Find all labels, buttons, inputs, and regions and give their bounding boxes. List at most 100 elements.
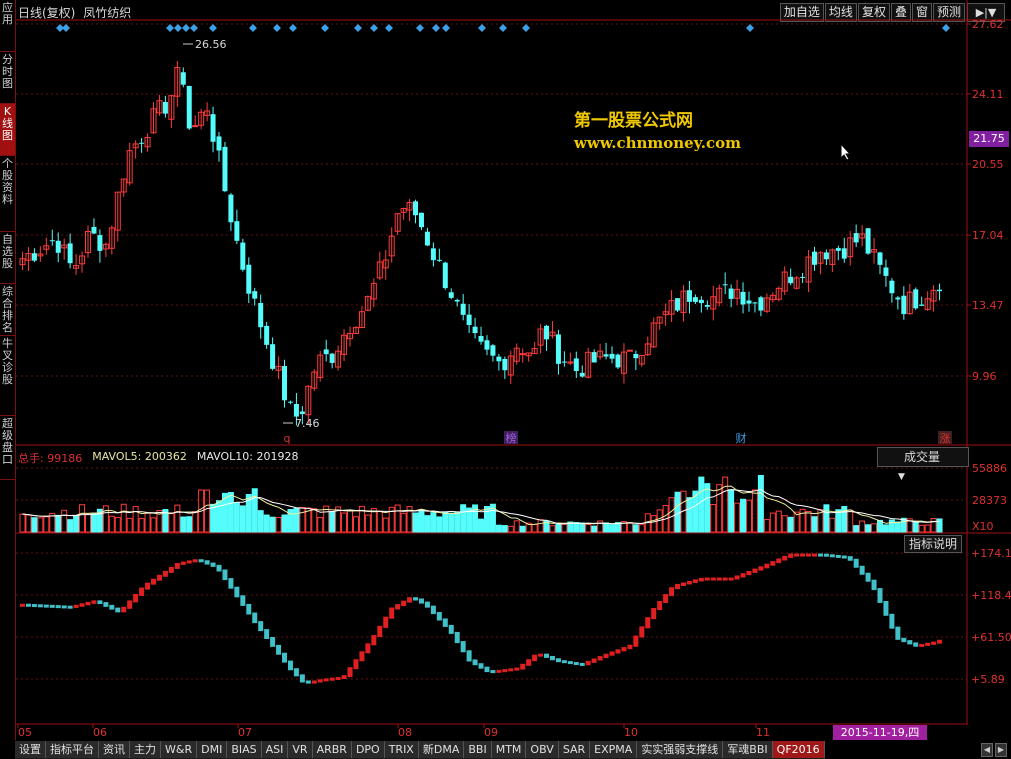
indicator-tab[interactable]: EXPMA: [590, 741, 638, 758]
volume-bar: [555, 523, 562, 533]
volume-total: 总手: 99186: [18, 452, 83, 465]
indicator-tab[interactable]: OBV: [526, 741, 559, 758]
indicator-tab[interactable]: ARBR: [312, 741, 352, 758]
volume-bar: [341, 512, 348, 533]
indicator-tab[interactable]: DMI: [197, 741, 228, 758]
candle-body: [478, 335, 484, 342]
candle-body: [555, 334, 561, 364]
indicator-bar: [246, 603, 252, 615]
indicator-tab[interactable]: SAR: [558, 741, 591, 758]
volume-bar: [138, 518, 145, 533]
indicator-bar: [800, 553, 806, 557]
indicator-tab[interactable]: 设置: [15, 741, 46, 758]
volume-bar: [376, 510, 383, 533]
price-axis-label: 24.11: [972, 88, 1004, 101]
mavol10-label: MAVOL10: 201928: [196, 450, 299, 463]
price-axis-label: 20.55: [972, 158, 1004, 171]
indicator-tab[interactable]: 资讯: [99, 741, 130, 758]
indicator-bar: [728, 577, 734, 581]
indicator-bar: [73, 604, 79, 608]
event-marker: 财: [736, 431, 747, 445]
indicator-bar: [270, 636, 276, 647]
volume-indicator-select[interactable]: 成交量 ▼: [877, 447, 969, 482]
scroll-left-icon[interactable]: ◀: [981, 743, 993, 757]
volume-bar: [79, 504, 86, 533]
indicator-bar: [919, 643, 925, 647]
indicator-tab[interactable]: TRIX: [384, 741, 419, 758]
indicator-bar: [633, 635, 639, 647]
indicator-bar: [609, 651, 615, 656]
candle-body: [722, 284, 728, 286]
volume-bar: [293, 507, 300, 533]
volume-bar: [930, 518, 937, 533]
candle-body: [579, 372, 585, 377]
candle-body: [835, 248, 841, 251]
candle-body: [704, 304, 710, 307]
low-label: 7.46: [295, 417, 320, 430]
indicator-bar: [877, 588, 883, 603]
candle-body: [448, 292, 454, 298]
indicator-bar: [603, 653, 609, 659]
event-marker: 涨: [940, 432, 951, 445]
indicator-bar: [55, 605, 61, 609]
candle-body: [329, 353, 335, 363]
volume-bar: [823, 504, 830, 533]
indicator-tab[interactable]: 主力: [130, 741, 161, 758]
indicator-tab[interactable]: BBI: [464, 741, 492, 758]
indicator-tab[interactable]: QF2016: [772, 741, 825, 758]
indicator-bar: [698, 577, 704, 582]
indicator-tab[interactable]: W&R: [161, 741, 198, 758]
candle-body: [466, 314, 472, 326]
indicator-bar: [216, 564, 222, 572]
indicator-bar: [282, 652, 288, 663]
volume-bar: [269, 516, 276, 533]
indicator-tab[interactable]: 新DMA: [418, 741, 465, 758]
indicator-axis-label: +174.1: [971, 547, 1011, 560]
volume-bar: [531, 523, 538, 533]
indicator-bar: [329, 677, 335, 681]
indicator-bar: [496, 669, 502, 673]
indicator-bar: [686, 580, 692, 585]
indicator-tab[interactable]: MTM: [491, 741, 527, 758]
kline-chart[interactable]: 27.62 24.11 20.55 17.04 13.47 9.96 26.56 7.46 q 榜…: [0, 0, 1011, 741]
volume-bar: [281, 514, 288, 533]
indicator-tabs: 设置 指标平台 资讯 主力 W&R DMI BIAS ASI VR ARBR DPO TRIX 新DMA…: [15, 741, 825, 759]
volume-legend: 总手: 99186 MAVOL5: 200362 MAVOL10: 201928: [18, 450, 298, 466]
indicator-bar: [168, 566, 174, 573]
volume-bar: [936, 518, 943, 533]
event-diamond-icon: [432, 24, 440, 32]
indicator-bar: [758, 566, 764, 571]
indicator-bar: [734, 575, 740, 580]
indicator-tab[interactable]: ASI: [261, 741, 289, 758]
indicator-tab[interactable]: 指标平台: [46, 741, 99, 758]
indicator-tab[interactable]: DPO: [351, 741, 385, 758]
indicator-bar: [401, 600, 407, 607]
candle-body: [282, 366, 288, 401]
indicator-tab[interactable]: 军魂BBI: [723, 741, 773, 758]
indicator-tab[interactable]: BIAS: [227, 741, 262, 758]
candle-body: [841, 248, 847, 259]
indicator-bar: [85, 601, 91, 606]
indicator-bar: [591, 658, 597, 663]
indicator-help-button[interactable]: 指标说明: [904, 535, 963, 553]
candle-body: [299, 411, 305, 415]
indicator-tab[interactable]: 实实强弱支撑线: [637, 741, 724, 758]
indicator-bar: [67, 605, 73, 609]
volume-bar: [394, 504, 401, 533]
volume-bar: [674, 491, 681, 533]
indicator-bar: [615, 649, 621, 654]
indicator-tab[interactable]: VR: [288, 741, 313, 758]
event-marker: q: [284, 432, 291, 445]
indicator-bar: [913, 642, 919, 647]
candle-body: [252, 291, 258, 299]
indicator-bar: [204, 560, 210, 565]
scroll-right-icon[interactable]: ▶: [995, 743, 1007, 757]
indicator-bar: [418, 598, 424, 604]
candle-body: [430, 248, 436, 261]
indicator-bar: [865, 572, 871, 582]
volume-bar: [734, 502, 741, 533]
candle-body: [692, 297, 698, 302]
candle-body: [740, 291, 746, 305]
volume-bar: [859, 520, 866, 533]
candle-body: [418, 212, 424, 228]
